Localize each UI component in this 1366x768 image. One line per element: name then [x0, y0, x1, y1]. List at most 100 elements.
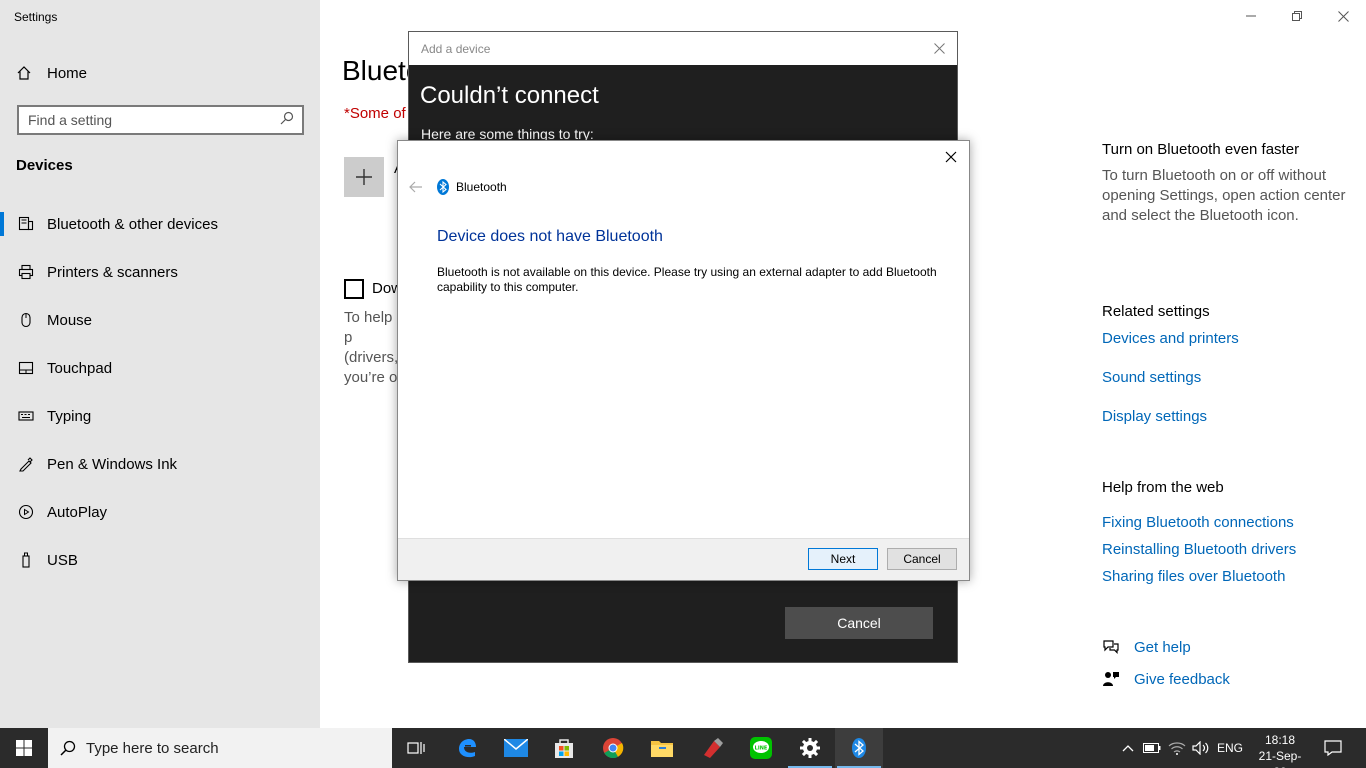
nav-section-devices: Devices [16, 157, 73, 174]
mail-button[interactable] [492, 728, 540, 768]
pen-icon [17, 455, 35, 473]
dialog-footer: Next Cancel [398, 538, 969, 580]
feedback-icon [1103, 672, 1119, 686]
speaker-icon [1192, 741, 1209, 755]
minimize-button[interactable] [1228, 0, 1274, 32]
touchpad-icon [17, 359, 35, 377]
store-button[interactable] [540, 728, 588, 768]
nav-item-label: USB [47, 551, 78, 569]
web-title: Help from the web [1102, 479, 1224, 496]
svg-text:LINE: LINE [755, 746, 768, 752]
get-help-icon [1103, 640, 1119, 654]
taskbar-search-input[interactable] [86, 739, 366, 757]
dialog-body-text: Bluetooth is not available on this devic… [437, 265, 937, 294]
dialog-title: Device does not have Bluetooth [437, 228, 663, 245]
link-devices-printers[interactable]: Devices and printers [1102, 330, 1352, 347]
restore-button[interactable] [1274, 0, 1320, 32]
get-help-link[interactable]: Get help [1134, 639, 1191, 656]
warning-text: *Some of [344, 105, 406, 122]
faster-text: To turn Bluetooth on or off without open… [1102, 167, 1346, 224]
bluetooth-icon [437, 179, 451, 195]
app-title: Settings [14, 10, 58, 24]
chrome-button[interactable] [589, 728, 637, 768]
clock-date: 21-Sep-20 [1258, 749, 1302, 768]
nav-item-label: Bluetooth & other devices [47, 215, 218, 233]
faster-title: Turn on Bluetooth even faster [1102, 141, 1300, 158]
nav-item-typing[interactable]: Typing [0, 392, 320, 440]
edge-button[interactable] [443, 728, 491, 768]
task-view-button[interactable] [392, 728, 440, 768]
close-icon [1337, 10, 1349, 22]
minimize-icon [1246, 15, 1256, 17]
dialog-cancel-button[interactable]: Cancel [887, 548, 957, 570]
couldnt-connect-heading: Couldn’t connect [420, 82, 599, 109]
home-icon [16, 65, 34, 81]
chevron-up-icon [1122, 745, 1134, 752]
back-arrow-icon[interactable] [408, 181, 424, 193]
dialog-header-label: Bluetooth [456, 180, 507, 194]
give-feedback-row[interactable]: Give feedback [1102, 670, 1352, 688]
language-indicator[interactable]: ENG [1214, 728, 1246, 768]
nav-item-usb[interactable]: USB [0, 536, 320, 584]
find-setting-search[interactable] [17, 105, 304, 135]
get-help-row[interactable]: Get help [1102, 638, 1352, 656]
taskbar-clock[interactable]: 18:18 21-Sep-20 [1254, 732, 1306, 768]
help-line: (drivers, [344, 349, 399, 366]
start-button[interactable] [0, 728, 48, 768]
line-icon: LINE [750, 737, 772, 759]
chrome-icon [603, 738, 624, 759]
line-button[interactable]: LINE [737, 728, 785, 768]
give-feedback-link[interactable]: Give feedback [1134, 671, 1230, 688]
nav-item-bluetooth[interactable]: Bluetooth & other devices [0, 200, 320, 248]
file-explorer-button[interactable] [638, 728, 686, 768]
link-fixing-bluetooth[interactable]: Fixing Bluetooth connections [1102, 514, 1352, 531]
close-window-button[interactable] [1320, 0, 1366, 32]
bluetooth-devices-icon [17, 215, 35, 233]
nav-item-label: Typing [47, 407, 92, 425]
dialog-close-button[interactable] [941, 147, 961, 167]
action-center-button[interactable] [1318, 728, 1348, 768]
download-metered-checkbox[interactable] [344, 279, 364, 299]
nav-item-pen[interactable]: Pen & Windows Ink [0, 440, 320, 488]
nav-item-touchpad[interactable]: Touchpad [0, 344, 320, 392]
mail-icon [504, 739, 528, 757]
restore-icon [1292, 11, 1302, 21]
notification-icon [1324, 740, 1342, 756]
taskbar-search[interactable] [48, 728, 392, 768]
settings-taskbar-button[interactable] [786, 728, 834, 768]
nav-home[interactable]: Home [16, 60, 87, 86]
nav-item-mouse[interactable]: Mouse [0, 296, 320, 344]
search-icon[interactable] [280, 111, 294, 130]
bluetooth-taskbar-button[interactable] [835, 728, 883, 768]
nav-item-autoplay[interactable]: AutoPlay [0, 488, 320, 536]
nav-item-label: Pen & Windows Ink [47, 455, 178, 473]
related-settings-section: Related settings Devices and printers So… [1102, 303, 1352, 425]
nav-item-printers[interactable]: Printers & scanners [0, 248, 320, 296]
help-line: To help p [344, 309, 393, 346]
printer-icon [17, 263, 35, 281]
add-device-cancel-button[interactable]: Cancel [785, 607, 933, 639]
nav-item-label: Printers & scanners [47, 263, 178, 281]
close-icon[interactable] [934, 43, 945, 54]
battery-button[interactable] [1140, 728, 1164, 768]
settings-nav-pane: Settings Home Devices Bluetooth & other … [0, 0, 320, 728]
nav-item-label: Mouse [47, 311, 93, 329]
link-sound-settings[interactable]: Sound settings [1102, 369, 1352, 386]
add-device-button[interactable] [344, 157, 384, 197]
volume-button[interactable] [1189, 728, 1213, 768]
usb-icon [17, 551, 35, 569]
show-hidden-icons-button[interactable] [1117, 728, 1139, 768]
clock-time: 18:18 [1264, 733, 1296, 747]
edge-icon [459, 739, 476, 758]
link-reinstalling-drivers[interactable]: Reinstalling Bluetooth drivers [1102, 541, 1352, 558]
network-button[interactable] [1165, 728, 1189, 768]
next-button[interactable]: Next [808, 548, 878, 570]
windows-logo-icon [16, 740, 32, 756]
bluetooth-icon [852, 738, 866, 758]
find-setting-input[interactable] [28, 112, 280, 128]
help-web-section: Help from the web Fixing Bluetooth conne… [1102, 479, 1352, 585]
ccleaner-button[interactable] [688, 728, 736, 768]
link-display-settings[interactable]: Display settings [1102, 408, 1352, 425]
taskbar: LINE ENG 18:18 21-Sep-20 [0, 728, 1366, 768]
link-sharing-files[interactable]: Sharing files over Bluetooth [1102, 568, 1352, 585]
